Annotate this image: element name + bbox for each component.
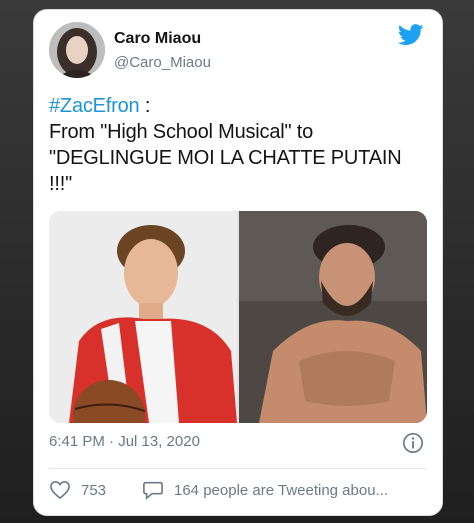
hashtag-suffix: : bbox=[139, 95, 151, 117]
tweet-text: #ZacEfron : From "High School Musical" t… bbox=[49, 93, 434, 197]
tweet-line-4: !!!" bbox=[49, 173, 72, 195]
author-avatar[interactable] bbox=[49, 22, 105, 78]
young-man-photo bbox=[49, 211, 237, 423]
tweet-line-2: From "High School Musical" to bbox=[49, 121, 314, 143]
like-count: 753 bbox=[81, 481, 107, 499]
avatar-photo bbox=[49, 22, 105, 78]
like-action[interactable]: 753 bbox=[49, 480, 106, 500]
tweet-media[interactable] bbox=[49, 211, 427, 423]
tweet-line-1: #ZacEfron : bbox=[49, 93, 434, 119]
author-name[interactable]: Caro Miaou bbox=[114, 30, 201, 48]
conversation-action[interactable]: 164 people are Tweeting abou... bbox=[142, 480, 388, 500]
tweet-line-3: "DEGLINGUE MOI LA CHATTE PUTAIN bbox=[49, 147, 402, 169]
bearded-man-photo bbox=[239, 211, 427, 423]
heart-icon bbox=[50, 480, 70, 500]
tweet-timestamp[interactable]: 6:41 PM · Jul 13, 2020 bbox=[49, 433, 200, 450]
author-handle[interactable]: @Caro_Miaou bbox=[114, 54, 211, 71]
media-photo-left[interactable] bbox=[49, 211, 237, 423]
hashtag-link[interactable]: #ZacEfron bbox=[49, 95, 140, 117]
divider bbox=[49, 468, 427, 469]
twitter-bird-icon[interactable] bbox=[398, 24, 424, 46]
conversation-text: 164 people are Tweeting abou... bbox=[174, 481, 389, 499]
reply-bubble-icon bbox=[143, 481, 163, 500]
tweet-card: Caro Miaou @Caro_Miaou #ZacEfron : From … bbox=[33, 9, 443, 516]
media-photo-right[interactable] bbox=[239, 211, 427, 423]
info-icon[interactable] bbox=[402, 432, 424, 454]
